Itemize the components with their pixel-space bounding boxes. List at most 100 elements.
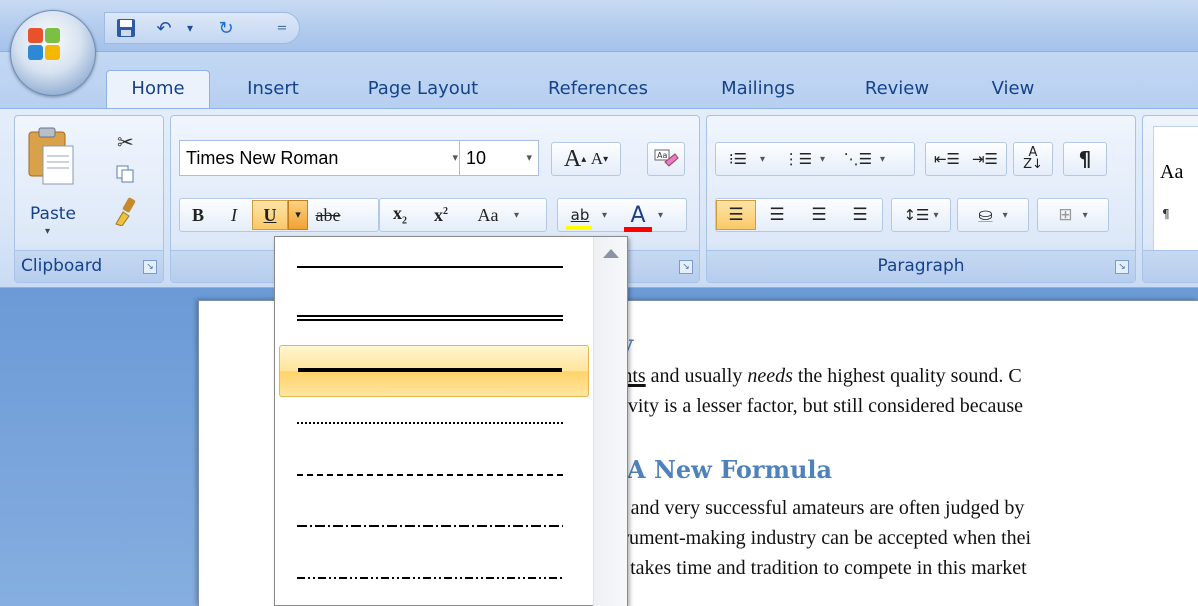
ribbon-tab-row: Home Insert Page Layout References Maili… bbox=[0, 52, 1198, 112]
save-icon[interactable] bbox=[113, 16, 139, 40]
paragraph-group: ⁝☰ ▾ ⋮☰ ▾ ⋱☰ ▾ ⇤☰ ⇥☰ A Z↓ ¶ ☰ ☰ ☰ ☰ ↕☰ ▾ ⛀ ▾ ⊞… bbox=[706, 115, 1136, 283]
decrease-indent-icon[interactable]: ⇤☰ bbox=[928, 150, 966, 168]
quick-styles-gallery[interactable]: Aa ¶ bbox=[1153, 126, 1198, 256]
paragraph-group-label: Paragraph bbox=[707, 250, 1135, 282]
font-name-value: Times New Roman bbox=[186, 148, 339, 168]
line-spacing-dropdown-icon[interactable]: ▾ bbox=[933, 210, 938, 221]
format-buttons-row-1: B I U ▾ abe bbox=[179, 198, 379, 232]
redo-icon[interactable]: ↻ bbox=[213, 16, 239, 40]
borders-icon: ⊞ bbox=[1058, 205, 1073, 225]
alignment-buttons: ☰ ☰ ☰ ☰ bbox=[715, 198, 883, 232]
align-right-icon[interactable]: ☰ bbox=[798, 205, 840, 225]
paste-dropdown-icon[interactable]: ▾ bbox=[45, 226, 50, 237]
paragraph-dialog-launcher-icon[interactable]: ↘ bbox=[1115, 260, 1129, 274]
cut-icon[interactable]: ✂ bbox=[117, 130, 134, 154]
underline-style-dropdown bbox=[274, 236, 628, 606]
quick-access-toolbar: ↶ ▾ ↻ = bbox=[104, 12, 300, 44]
paste-label[interactable]: Paste bbox=[23, 204, 83, 224]
change-case-button[interactable]: Aa bbox=[462, 205, 514, 226]
superscript-button[interactable]: x2 bbox=[420, 205, 462, 226]
paste-button[interactable] bbox=[23, 126, 79, 206]
tab-mailings[interactable]: Mailings bbox=[706, 74, 810, 110]
grow-font-icon[interactable]: A bbox=[564, 146, 581, 173]
format-painter-icon[interactable] bbox=[113, 196, 139, 227]
document-line-2: ngevity is a lesser factor, but still co… bbox=[599, 395, 1024, 417]
multilevel-list-icon[interactable]: ⋱☰ bbox=[836, 150, 880, 168]
shading-icon: ⛀ bbox=[978, 205, 993, 225]
tab-review[interactable]: Review bbox=[854, 74, 940, 110]
clipboard-group-label: Clipboard bbox=[15, 250, 163, 282]
document-line-5: y it takes time and tradition to compete… bbox=[599, 557, 1027, 579]
underline-option-dotted[interactable] bbox=[279, 397, 589, 449]
clear-formatting-icon[interactable]: Aa bbox=[647, 142, 685, 176]
numbering-icon[interactable]: ⋮☰ bbox=[776, 150, 820, 168]
indent-buttons: ⇤☰ ⇥☰ bbox=[925, 142, 1007, 176]
font-name-combo[interactable]: Times New Roman ▾ bbox=[179, 140, 465, 176]
font-size-combo[interactable]: 10 ▾ bbox=[459, 140, 539, 176]
increase-indent-icon[interactable]: ⇥☰ bbox=[966, 150, 1004, 168]
style-preview: Aa bbox=[1160, 161, 1184, 183]
font-size-dropdown-icon[interactable]: ▾ bbox=[526, 141, 532, 175]
underline-option-dot-dash[interactable] bbox=[279, 501, 589, 553]
undo-icon[interactable]: ↶ bbox=[151, 16, 177, 40]
tab-page-layout[interactable]: Page Layout bbox=[356, 74, 490, 110]
clipboard-group: Paste ▾ ✂ Clipboard ↘ bbox=[14, 115, 164, 283]
format-buttons-row-2: x2 x2 Aa ▾ bbox=[379, 198, 547, 232]
highlight-color-button[interactable]: ab bbox=[558, 206, 602, 230]
font-size-value: 10 bbox=[466, 148, 487, 168]
underline-option-dot-dot-dash[interactable] bbox=[279, 553, 589, 605]
scroll-up-arrow-icon[interactable] bbox=[603, 249, 619, 258]
dropdown-scrollbar[interactable] bbox=[593, 237, 627, 606]
underline-option-dashed[interactable] bbox=[279, 449, 589, 501]
customize-qat-icon[interactable]: = bbox=[269, 16, 295, 40]
font-color-dropdown-icon[interactable]: ▾ bbox=[658, 210, 674, 221]
subscript-button[interactable]: x2 bbox=[380, 203, 420, 227]
align-left-icon[interactable]: ☰ bbox=[716, 200, 756, 230]
line-spacing-button[interactable]: ↕☰ ▾ bbox=[891, 198, 951, 232]
office-logo-icon bbox=[26, 26, 62, 62]
color-buttons: ab ▾ A ▾ bbox=[557, 198, 687, 232]
bullets-dropdown-icon[interactable]: ▾ bbox=[760, 154, 776, 165]
svg-text:Aa: Aa bbox=[657, 151, 667, 160]
grow-shrink-font-buttons[interactable]: A ▴ A ▾ bbox=[551, 142, 621, 176]
shading-button[interactable]: ⛀ ▾ bbox=[957, 198, 1029, 232]
borders-dropdown-icon[interactable]: ▾ bbox=[1083, 210, 1088, 221]
line-spacing-icon: ↕☰ bbox=[903, 206, 930, 224]
underline-dropdown-icon[interactable]: ▾ bbox=[288, 200, 308, 230]
align-center-icon[interactable]: ☰ bbox=[756, 205, 798, 225]
tab-view[interactable]: View bbox=[978, 74, 1048, 110]
document-line-3: ans and very successful amateurs are oft… bbox=[599, 497, 1025, 519]
borders-button[interactable]: ⊞ ▾ bbox=[1037, 198, 1109, 232]
tab-references[interactable]: References bbox=[534, 74, 662, 110]
justify-icon[interactable]: ☰ bbox=[840, 205, 880, 225]
document-line-1: wants and usually needs the highest qual… bbox=[599, 365, 1022, 387]
tab-insert[interactable]: Insert bbox=[228, 74, 318, 110]
underline-button[interactable]: U bbox=[252, 200, 288, 230]
strikethrough-button[interactable]: abe bbox=[308, 205, 348, 226]
list-buttons: ⁝☰ ▾ ⋮☰ ▾ ⋱☰ ▾ bbox=[715, 142, 915, 176]
sort-icon[interactable]: A Z↓ bbox=[1013, 142, 1053, 176]
font-color-button[interactable]: A bbox=[618, 203, 658, 232]
show-formatting-marks-icon[interactable]: ¶ bbox=[1063, 142, 1107, 176]
document-heading-2: A New Formula bbox=[627, 455, 833, 484]
bullets-icon[interactable]: ⁝☰ bbox=[716, 150, 760, 168]
shading-dropdown-icon[interactable]: ▾ bbox=[1003, 210, 1008, 221]
highlight-dropdown-icon[interactable]: ▾ bbox=[602, 210, 618, 221]
copy-icon[interactable] bbox=[115, 164, 135, 184]
tab-home[interactable]: Home bbox=[106, 70, 210, 112]
change-case-dropdown-icon[interactable]: ▾ bbox=[514, 210, 532, 221]
bold-button[interactable]: B bbox=[180, 205, 216, 226]
styles-group: Aa ¶ bbox=[1142, 115, 1198, 283]
underline-option-double[interactable] bbox=[279, 293, 589, 345]
shrink-font-icon[interactable]: A bbox=[591, 149, 603, 169]
clipboard-dialog-launcher-icon[interactable]: ↘ bbox=[143, 260, 157, 274]
font-dialog-launcher-icon[interactable]: ↘ bbox=[679, 260, 693, 274]
numbering-dropdown-icon[interactable]: ▾ bbox=[820, 154, 836, 165]
underline-option-single[interactable] bbox=[279, 241, 589, 293]
styles-group-label bbox=[1143, 250, 1198, 282]
multilevel-dropdown-icon[interactable]: ▾ bbox=[880, 154, 896, 165]
font-name-dropdown-icon[interactable]: ▾ bbox=[452, 141, 458, 175]
underline-option-thick[interactable] bbox=[279, 345, 589, 397]
italic-button[interactable]: I bbox=[216, 205, 252, 226]
undo-dropdown-icon[interactable]: ▾ bbox=[177, 16, 203, 40]
